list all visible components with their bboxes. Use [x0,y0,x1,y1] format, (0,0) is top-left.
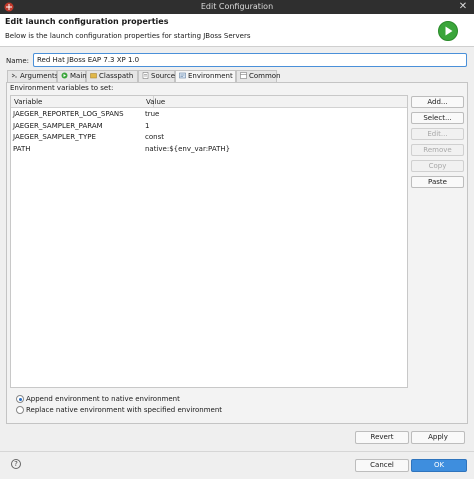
window-titlebar: Edit Configuration ✕ [0,0,474,14]
main-icon [61,72,68,79]
row-variable: JAEGER_SAMPLER_PARAM [13,121,103,130]
replace-radio-label[interactable]: Replace native environment with specifie… [26,406,222,414]
row-value: const [145,133,164,141]
edit-button[interactable]: Edit... [411,128,464,140]
name-label: Name: [6,57,30,65]
tab-main[interactable]: Main [57,70,87,82]
classpath-icon [90,73,97,79]
help-icon[interactable]: ? [11,459,21,469]
footer-separator [0,451,474,452]
select-button[interactable]: Select... [411,112,464,124]
environment-table[interactable]: Variable Value JAEGER_REPORTER_LOG_SPANS… [10,95,408,388]
column-value[interactable]: Value [146,98,165,106]
append-radio[interactable] [16,395,24,403]
tab-source[interactable]: Source [138,70,175,82]
name-input[interactable] [33,53,467,67]
row-value: true [145,110,160,118]
header-description: Below is the launch configuration proper… [5,32,251,40]
append-radio-label[interactable]: Append environment to native environment [26,395,180,403]
row-value: 1 [145,121,150,130]
tab-label: Arguments [20,72,59,80]
revert-button[interactable]: Revert [355,431,409,444]
run-icon [438,21,458,41]
header-title: Edit launch configuration properties [5,17,169,26]
paste-button[interactable]: Paste [411,176,464,188]
close-icon[interactable]: ✕ [457,1,469,13]
table-row[interactable]: JAEGER_REPORTER_LOG_SPANS true [11,109,407,120]
copy-button[interactable]: Copy [411,160,464,172]
common-icon [240,72,247,79]
tab-common[interactable]: Common [236,70,281,82]
environment-label: Environment variables to set: [10,84,114,92]
table-header: Variable Value [11,96,407,108]
row-variable: JAEGER_REPORTER_LOG_SPANS [13,110,124,118]
remove-button[interactable]: Remove [411,144,464,156]
window-title: Edit Configuration [200,2,274,11]
row-value: native:${env_var:PATH} [145,144,231,153]
tab-label: Environment [188,72,233,80]
table-row[interactable]: PATH native:${env_var:PATH} [11,144,407,155]
tab-label: Classpath [99,72,134,80]
tab-classpath[interactable]: Classpath [86,70,138,82]
row-variable: JAEGER_SAMPLER_TYPE [13,133,96,141]
row-variable: PATH [13,144,31,153]
tab-arguments[interactable]: Arguments [7,70,59,82]
cancel-button[interactable]: Cancel [355,459,409,472]
column-variable[interactable]: Variable [14,98,42,106]
replace-radio[interactable] [16,406,24,414]
environment-icon [179,72,186,79]
table-row[interactable]: JAEGER_SAMPLER_TYPE const [11,132,407,143]
dialog-header: Edit launch configuration properties Bel… [0,14,474,47]
table-row[interactable]: JAEGER_SAMPLER_PARAM 1 [11,121,407,132]
add-button[interactable]: Add... [411,96,464,108]
source-icon [142,72,149,79]
tab-label: Main [70,72,87,80]
ok-button[interactable]: OK [411,459,467,472]
tab-label: Source [151,72,176,80]
arguments-icon [11,73,17,78]
apply-button[interactable]: Apply [411,431,465,444]
tab-label: Common [249,72,281,80]
